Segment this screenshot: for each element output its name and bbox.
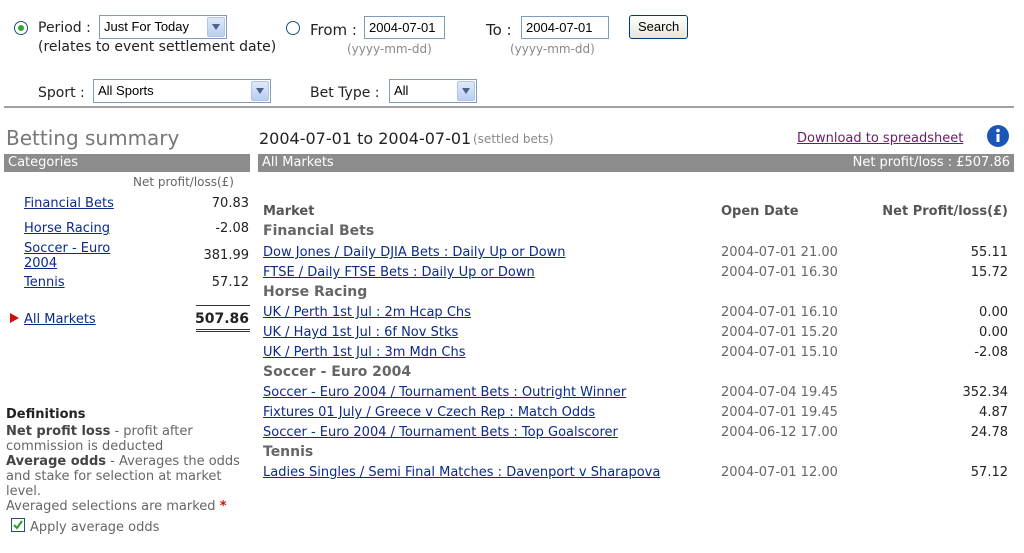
sport-label: Sport :	[38, 85, 85, 101]
from-radio[interactable]	[286, 21, 300, 35]
settled-note: (settled bets)	[473, 132, 554, 146]
page-title: Betting summary	[6, 126, 180, 150]
definition-marked-text: Averaged selections are marked	[6, 499, 220, 514]
market-net: -2.08	[974, 345, 1008, 360]
category-soccer-euro-2004-value: 381.99	[203, 248, 250, 263]
market-net: 0.00	[979, 305, 1008, 320]
chevron-down-icon[interactable]	[207, 17, 225, 37]
category-horse-racing[interactable]: Horse Racing	[24, 221, 110, 236]
definition-marked: Averaged selections are marked *	[6, 499, 246, 514]
bettype-select-value: All	[394, 83, 409, 98]
group-soccer-euro-2004: Soccer - Euro 2004	[263, 364, 412, 380]
arrow-right-icon	[10, 313, 19, 323]
category-horse-racing-value: -2.08	[215, 221, 249, 236]
market-open-date: 2004-07-01 16.30	[721, 265, 838, 280]
market-net: 0.00	[979, 325, 1008, 340]
market-open-date: 2004-07-01 19.45	[721, 405, 838, 420]
period-select-value: Just For Today	[104, 19, 190, 34]
category-tennis-value: 57.12	[211, 275, 249, 290]
definitions-title: Definitions	[6, 407, 86, 422]
category-financial-bets-value: 70.83	[211, 196, 249, 211]
market-link[interactable]: Soccer - Euro 2004 / Tournament Bets : O…	[263, 385, 626, 400]
to-label: To :	[486, 21, 512, 39]
sport-select-value: All Sports	[98, 83, 154, 98]
check-icon	[13, 520, 23, 530]
market-link[interactable]: UK / Perth 1st Jul : 2m Hcap Chs	[263, 305, 471, 320]
category-all-markets-value: 507.86	[194, 311, 249, 327]
market-open-date: 2004-06-12 17.00	[721, 425, 838, 440]
col-market-header: Market	[263, 204, 315, 219]
group-horse-racing: Horse Racing	[263, 284, 368, 300]
market-net: 24.78	[970, 425, 1008, 440]
categories-header: Categories	[4, 154, 250, 172]
market-open-date: 2004-07-04 19.45	[721, 385, 838, 400]
group-financial-bets: Financial Bets	[263, 223, 375, 239]
to-date-hint: (yyyy-mm-dd)	[510, 42, 595, 56]
market-net: 352.34	[962, 385, 1009, 400]
info-icon[interactable]	[986, 124, 1010, 148]
period-select[interactable]: Just For Today	[99, 15, 227, 39]
category-soccer-euro-2004[interactable]: Soccer - Euro 2004	[24, 241, 124, 271]
market-link[interactable]: Ladies Singles / Semi Final Matches : Da…	[263, 465, 660, 480]
col-net-header: Net Profit/loss(£)	[882, 204, 1008, 219]
date-range: 2004-07-01 to 2004-07-01	[259, 129, 472, 148]
col-date-header: Open Date	[721, 204, 799, 219]
definition-npl-term: Net profit loss	[6, 424, 111, 439]
from-label: From :	[310, 21, 357, 39]
markets-header-label: All Markets	[262, 155, 334, 170]
market-open-date: 2004-07-01 15.20	[721, 325, 838, 340]
total-rule-bottom	[196, 329, 250, 332]
filter-divider	[4, 106, 1014, 108]
definition-net-profit-loss: Net profit loss - profit after commissio…	[6, 424, 246, 454]
search-button[interactable]: Search	[629, 15, 689, 39]
markets-header-net: Net profit/loss : £507.86	[852, 155, 1010, 170]
market-net: 55.11	[970, 245, 1008, 260]
period-radio[interactable]	[14, 21, 28, 35]
market-link[interactable]: Fixtures 01 July / Greece v Czech Rep : …	[263, 405, 595, 420]
period-label: Period :	[38, 20, 91, 36]
market-open-date: 2004-07-01 16.10	[721, 305, 838, 320]
chevron-down-icon[interactable]	[251, 81, 269, 101]
download-spreadsheet-link[interactable]: Download to spreadsheet	[797, 131, 963, 146]
definition-average-odds: Average odds - Averages the odds and sta…	[6, 454, 246, 499]
market-open-date: 2004-07-01 15.10	[721, 345, 838, 360]
from-date-hint: (yyyy-mm-dd)	[347, 42, 432, 56]
period-note: (relates to event settlement date)	[38, 39, 277, 55]
market-net: 4.87	[979, 405, 1008, 420]
chevron-down-icon[interactable]	[457, 81, 475, 101]
market-net: 57.12	[970, 465, 1008, 480]
market-link[interactable]: FTSE / Daily FTSE Bets : Daily Up or Dow…	[263, 265, 535, 280]
to-date-input[interactable]: 2004-07-01	[521, 16, 609, 39]
market-link[interactable]: Soccer - Euro 2004 / Tournament Bets : T…	[263, 425, 618, 440]
markets-header-bar: All Markets Net profit/loss : £507.86	[258, 154, 1014, 172]
bettype-select[interactable]: All	[389, 79, 477, 103]
total-rule-top	[196, 305, 250, 306]
category-financial-bets[interactable]: Financial Bets	[24, 196, 114, 211]
market-open-date: 2004-07-01 21.00	[721, 245, 838, 260]
marked-star: *	[219, 499, 227, 514]
category-all-markets[interactable]: All Markets	[24, 312, 96, 327]
market-link[interactable]: UK / Perth 1st Jul : 3m Mdn Chs	[263, 345, 465, 360]
market-net: 15.72	[970, 265, 1008, 280]
market-link[interactable]: UK / Hayd 1st Jul : 6f Nov Stks	[263, 325, 458, 340]
bettype-label: Bet Type :	[310, 85, 380, 101]
definition-avg-term: Average odds	[6, 454, 107, 469]
category-tennis[interactable]: Tennis	[24, 275, 65, 290]
market-link[interactable]: Dow Jones / Daily DJIA Bets : Daily Up o…	[263, 245, 566, 260]
categories-net-header: Net profit/loss(£)	[133, 175, 234, 189]
sport-select[interactable]: All Sports	[93, 79, 271, 103]
group-tennis: Tennis	[263, 444, 314, 460]
apply-average-odds-checkbox[interactable]	[11, 518, 25, 532]
market-open-date: 2004-07-01 12.00	[721, 465, 838, 480]
apply-average-odds-label: Apply average odds	[30, 520, 160, 535]
from-date-input[interactable]: 2004-07-01	[364, 16, 445, 39]
